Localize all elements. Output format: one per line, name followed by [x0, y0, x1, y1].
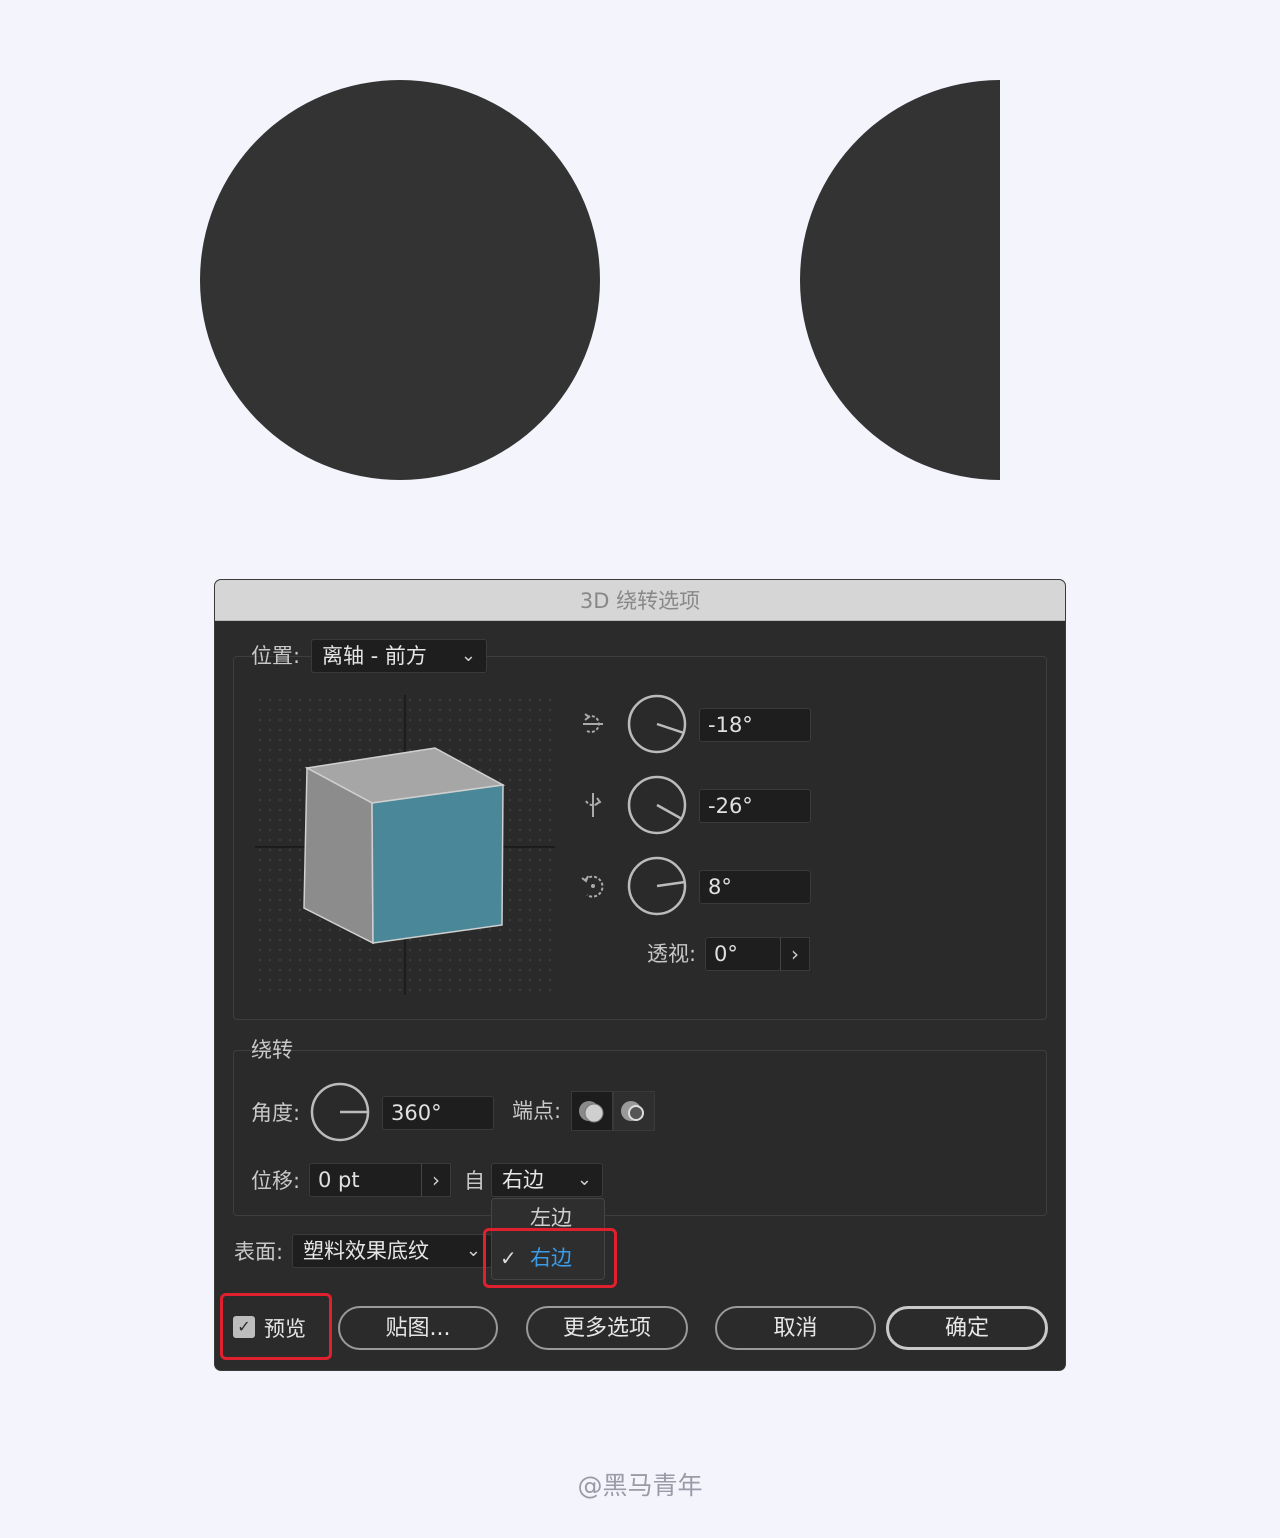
- rotate-y-axis-icon: [577, 789, 609, 821]
- offset-input[interactable]: 0 pt: [309, 1163, 423, 1197]
- offset-label: 位移:: [251, 1169, 301, 1193]
- rotate-y-input[interactable]: -26°: [699, 789, 811, 823]
- angle-dial[interactable]: [310, 1082, 370, 1142]
- more-options-button[interactable]: 更多选项: [526, 1306, 688, 1350]
- highlight-box-menu: [483, 1228, 617, 1288]
- perspective-label: 透视:: [647, 942, 697, 966]
- perspective-stepper-button[interactable]: ›: [780, 937, 810, 971]
- rotate-x-axis-icon: [577, 708, 609, 740]
- from-select-value: 右边: [502, 1168, 544, 1192]
- angle-input[interactable]: 360°: [382, 1096, 494, 1130]
- cap-on-icon: [579, 1101, 604, 1123]
- chevron-down-icon: ⌄: [460, 645, 476, 666]
- cap-off-icon: [621, 1101, 644, 1121]
- chevron-down-icon: ⌄: [465, 1240, 481, 1261]
- from-select[interactable]: 右边 ⌄: [491, 1163, 603, 1197]
- cap-label: 端点:: [512, 1099, 562, 1123]
- revolve-options-dialog: 3D 绕转选项 位置: 离轴 - 前方 ⌄ -18° -26° 8° 透视: 0…: [215, 580, 1065, 1370]
- rotate-x-dial[interactable]: [627, 694, 687, 754]
- highlight-box-preview: [220, 1293, 332, 1360]
- rotate-x-input[interactable]: -18°: [699, 708, 811, 742]
- ok-button[interactable]: 确定: [886, 1306, 1048, 1350]
- chevron-down-icon: ⌄: [576, 1169, 592, 1190]
- rotate-z-input[interactable]: 8°: [699, 870, 811, 904]
- position-select[interactable]: 离轴 - 前方 ⌄: [311, 639, 487, 673]
- revolve-group-title: 绕转: [251, 1038, 293, 1062]
- surface-label: 表面:: [234, 1240, 284, 1264]
- full-circle-shape: [200, 80, 600, 480]
- surface-select[interactable]: 塑料效果底纹 ⌄: [292, 1234, 492, 1268]
- rotate-z-dial[interactable]: [627, 856, 687, 916]
- offset-stepper-button[interactable]: ›: [421, 1163, 451, 1197]
- position-select-value: 离轴 - 前方: [322, 644, 427, 668]
- dialog-title: 3D 绕转选项: [215, 580, 1065, 621]
- from-label: 自: [464, 1169, 485, 1193]
- cancel-button[interactable]: 取消: [715, 1306, 876, 1350]
- angle-label: 角度:: [251, 1101, 301, 1125]
- watermark: @黑马青年: [577, 1471, 703, 1500]
- rotate-z-axis-icon: [577, 870, 609, 902]
- cap-on-button[interactable]: [571, 1091, 613, 1131]
- perspective-input[interactable]: 0°: [705, 937, 781, 971]
- map-art-button[interactable]: 贴图...: [338, 1306, 498, 1350]
- surface-select-value: 塑料效果底纹: [303, 1239, 429, 1263]
- half-circle-shape: [800, 80, 1000, 480]
- rotation-trackball[interactable]: [255, 695, 555, 995]
- position-label: 位置:: [251, 644, 301, 668]
- cap-off-button[interactable]: [613, 1091, 655, 1131]
- rotate-y-dial[interactable]: [627, 775, 687, 835]
- cube-front-face: [371, 784, 504, 944]
